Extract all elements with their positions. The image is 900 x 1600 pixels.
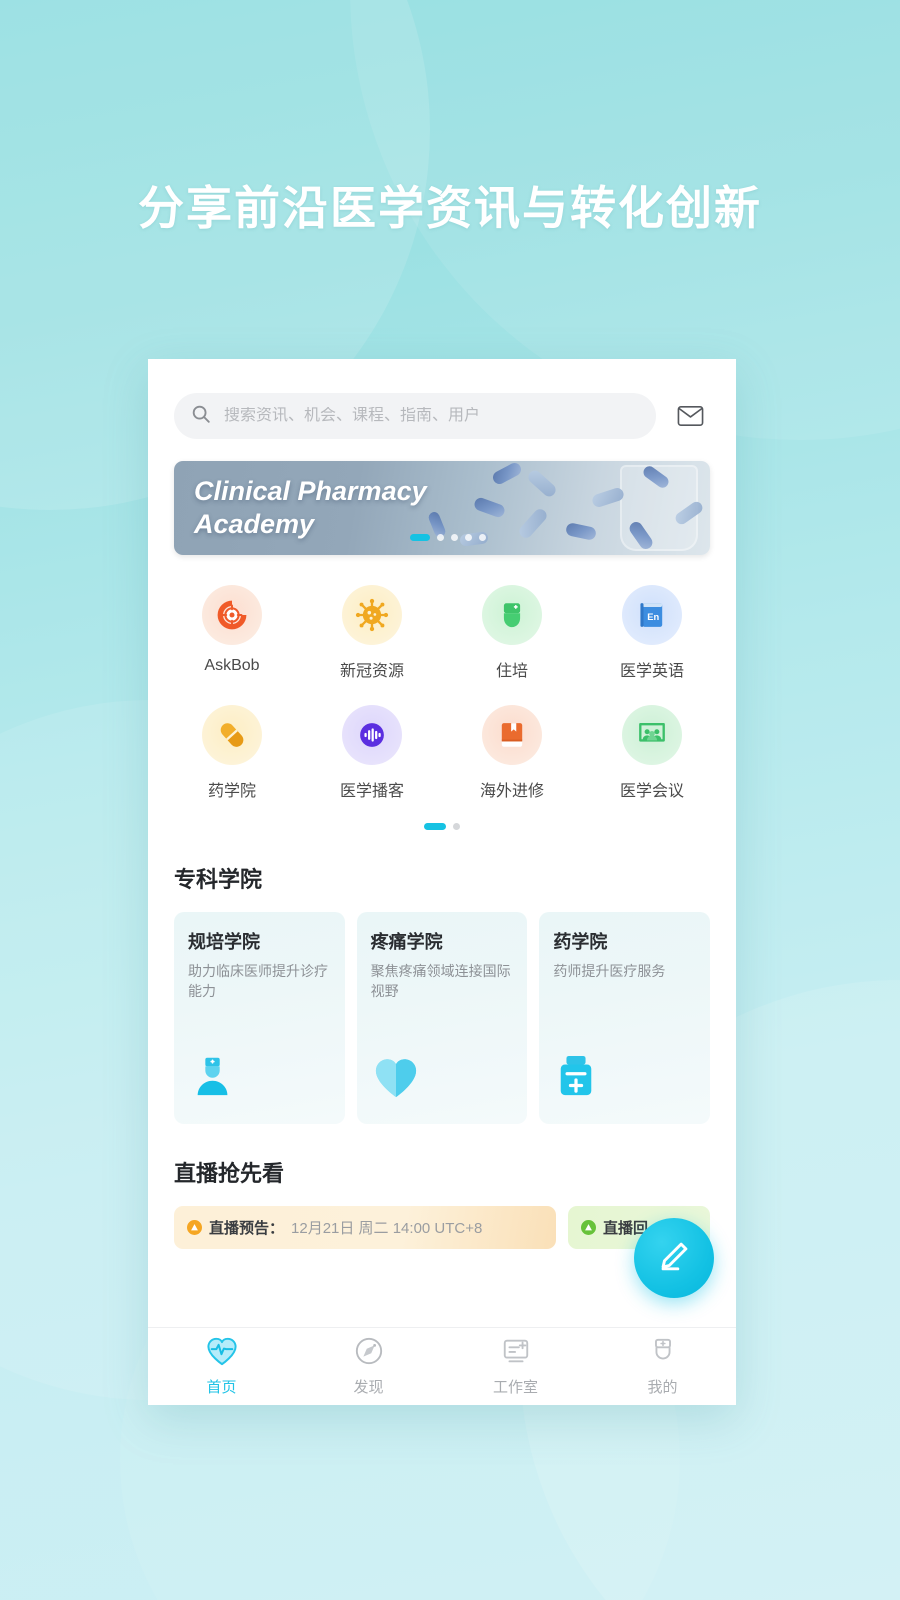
live-section-header: 直播抢先看 bbox=[148, 1156, 736, 1188]
live-card-upcoming[interactable]: 直播预告： 12月21日 周二 14:00 UTC+8 bbox=[174, 1206, 556, 1249]
section-title-colleges: 专科学院 bbox=[174, 867, 263, 892]
bottom-tab-bar: 首页 发现 工作室 我的 bbox=[148, 1327, 736, 1405]
college-card-desc: 药师提升医疗服务 bbox=[553, 963, 666, 979]
search-box[interactable] bbox=[174, 393, 656, 439]
capsule-shape bbox=[564, 522, 598, 541]
live-upcoming-badge-icon bbox=[187, 1220, 202, 1235]
quick-entry-overseas[interactable]: 海外进修 bbox=[442, 697, 582, 801]
live-card-label: 直播预告： bbox=[209, 1220, 285, 1237]
doctor-icon bbox=[190, 1053, 236, 1104]
carousel-dot[interactable] bbox=[410, 534, 430, 541]
promo-headline: 分享前沿医学资讯与转化创新 bbox=[138, 182, 762, 234]
quick-entry-residency[interactable]: 住培 bbox=[442, 577, 582, 681]
search-row bbox=[148, 359, 736, 439]
tab-label: 我的 bbox=[647, 1379, 678, 1396]
search-input[interactable] bbox=[224, 407, 640, 425]
quick-entry-row: AskBob 新冠资源 住培 En 医学英语 bbox=[162, 577, 722, 681]
tab-discover[interactable]: 发现 bbox=[295, 1336, 442, 1397]
compass-icon bbox=[354, 1336, 384, 1371]
virus-icon bbox=[342, 585, 402, 645]
live-replay-badge-icon bbox=[581, 1220, 596, 1235]
profile-doctor-icon bbox=[648, 1336, 678, 1371]
home-heartbeat-icon bbox=[206, 1336, 238, 1371]
quick-entry-row: 药学院 医学播客 海外进修 医学会议 bbox=[162, 697, 722, 801]
tab-profile[interactable]: 我的 bbox=[589, 1336, 736, 1397]
quick-entry-label: 新冠资源 bbox=[339, 663, 404, 680]
english-book-icon: En bbox=[622, 585, 682, 645]
quick-entry-medical-english[interactable]: En 医学英语 bbox=[582, 577, 722, 681]
carousel-dot[interactable] bbox=[451, 534, 458, 541]
college-card-pain[interactable]: 疼痛学院 聚焦疼痛领域连接国际视野 bbox=[356, 912, 528, 1124]
phone-screenshot: Clinical Pharmacy Academy bbox=[148, 359, 736, 1405]
college-card-list: 规培学院 助力临床医师提升诊疗能力 疼痛学院 聚焦疼痛领域连接国际视野 药学院 … bbox=[148, 912, 736, 1124]
quick-entry-covid[interactable]: 新冠资源 bbox=[302, 577, 442, 681]
banner-title: Clinical Pharmacy Academy bbox=[194, 476, 427, 540]
target-icon bbox=[202, 585, 262, 645]
quick-entry-pagination-dots[interactable] bbox=[162, 823, 722, 830]
nurse-icon bbox=[482, 585, 542, 645]
capsule-shape bbox=[525, 467, 559, 500]
bookmark-book-icon bbox=[482, 705, 542, 765]
banner-carousel-dots[interactable] bbox=[410, 534, 486, 541]
college-card-title: 药学院 bbox=[553, 932, 608, 952]
pagination-dot[interactable] bbox=[453, 823, 460, 830]
live-card-time: 12月21日 周二 14:00 UTC+8 bbox=[291, 1220, 483, 1237]
search-icon bbox=[190, 403, 212, 430]
studio-document-icon bbox=[501, 1336, 531, 1371]
college-card-title: 疼痛学院 bbox=[370, 932, 443, 952]
quick-entry-label: 医学会议 bbox=[619, 783, 684, 800]
mail-icon[interactable] bbox=[670, 396, 710, 436]
quick-entry-label: 住培 bbox=[495, 663, 528, 680]
tab-label: 首页 bbox=[206, 1379, 237, 1396]
quick-entry-conference[interactable]: 医学会议 bbox=[582, 697, 722, 801]
edit-pencil-icon bbox=[655, 1237, 693, 1280]
pagination-dot[interactable] bbox=[424, 823, 446, 830]
tab-label: 发现 bbox=[353, 1379, 384, 1396]
quick-entry-grid: AskBob 新冠资源 住培 En 医学英语 药学院 医学播客 海外进修 医学会… bbox=[148, 577, 736, 830]
capsule-icon bbox=[202, 705, 262, 765]
section-title-live: 直播抢先看 bbox=[174, 1161, 285, 1186]
quick-entry-label: 海外进修 bbox=[479, 783, 544, 800]
carousel-dot[interactable] bbox=[479, 534, 486, 541]
quick-entry-askbob[interactable]: AskBob bbox=[162, 577, 302, 681]
tab-label: 工作室 bbox=[492, 1379, 538, 1396]
quick-entry-label: 医学英语 bbox=[619, 663, 684, 680]
college-card-desc: 助力临床医师提升诊疗能力 bbox=[188, 963, 328, 1000]
svg-text:En: En bbox=[647, 612, 659, 622]
college-card-title: 规培学院 bbox=[188, 932, 260, 952]
tab-studio[interactable]: 工作室 bbox=[442, 1336, 589, 1397]
tab-home[interactable]: 首页 bbox=[148, 1336, 295, 1397]
college-card-regui[interactable]: 规培学院 助力临床医师提升诊疗能力 bbox=[174, 912, 345, 1124]
quick-entry-label: 医学播客 bbox=[339, 783, 404, 800]
compose-fab-button[interactable] bbox=[634, 1218, 714, 1298]
quick-entry-label: 药学院 bbox=[207, 783, 256, 800]
quick-entry-pharmacy-academy[interactable]: 药学院 bbox=[162, 697, 302, 801]
heart-icon bbox=[373, 1055, 419, 1104]
carousel-dot[interactable] bbox=[465, 534, 472, 541]
promo-background: 分享前沿医学资讯与转化创新 搜索资讯、机会、课程、指南、用户 Clinical … bbox=[0, 0, 900, 1600]
promo-banner-carousel[interactable]: Clinical Pharmacy Academy bbox=[174, 461, 710, 555]
podcast-waveform-icon bbox=[342, 705, 402, 765]
carousel-dot[interactable] bbox=[437, 534, 444, 541]
quick-entry-label: AskBob bbox=[204, 657, 260, 674]
quick-entry-podcast[interactable]: 医学播客 bbox=[302, 697, 442, 801]
medicine-bottle-icon bbox=[555, 1053, 597, 1104]
conference-icon bbox=[622, 705, 682, 765]
college-card-desc: 聚焦疼痛领域连接国际视野 bbox=[370, 963, 511, 1000]
college-card-pharmacy[interactable]: 药学院 药师提升医疗服务 bbox=[539, 912, 711, 1124]
